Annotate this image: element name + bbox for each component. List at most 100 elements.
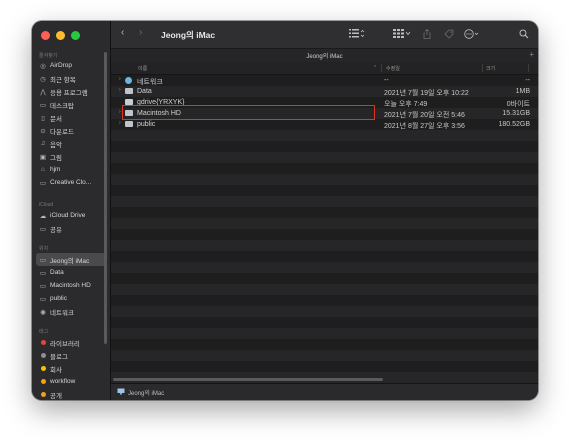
cloud-icon: ☁	[39, 212, 47, 220]
file-row[interactable]: › Data 2021년 7월 19일 오후 10:22 1MB	[111, 86, 538, 97]
sidebar-item-tags[interactable]: 공개	[36, 388, 106, 400]
empty-row	[111, 339, 538, 350]
empty-row	[111, 295, 538, 306]
sidebar-item-label: 회사	[50, 366, 62, 374]
sidebar-item-locations[interactable]: ▭ Macintosh HD	[36, 279, 106, 292]
sidebar-item-favorites[interactable]: ◷ 최근 항목	[36, 72, 106, 85]
sidebar-item-favorites[interactable]: ▭ Creative Clo...	[36, 176, 106, 189]
network-globe-icon	[125, 77, 132, 84]
sidebar-item-label: 문서	[50, 115, 62, 123]
sidebar-item-label: 공유	[50, 226, 62, 234]
sidebar-item-icloud[interactable]: ▭ 공유	[36, 222, 106, 235]
sidebar-item-label: public	[50, 295, 67, 302]
search-icon[interactable]	[519, 29, 529, 41]
disk-icon	[125, 121, 133, 127]
sidebar-item-icloud[interactable]: ☁ iCloud Drive	[36, 209, 106, 222]
sidebar-item-label: 그림	[50, 154, 62, 162]
minimize-button[interactable]	[56, 31, 65, 40]
column-name-header[interactable]: 이름	[138, 65, 147, 72]
network-icon: ◉	[40, 308, 46, 316]
empty-row	[111, 174, 538, 185]
sidebar-item-favorites[interactable]: ⌂ hjm	[36, 163, 106, 176]
empty-row	[111, 207, 538, 218]
sidebar-item-locations[interactable]: ▭ Data	[36, 266, 106, 279]
column-size-header[interactable]: 크기	[486, 65, 495, 72]
disclosure-chevron-icon[interactable]: ›	[119, 87, 121, 93]
horizontal-scrollbar[interactable]	[113, 378, 383, 381]
sidebar-item-label: Creative Clo...	[50, 179, 92, 186]
sidebar-item-label: 공개	[50, 392, 62, 400]
file-name: public	[137, 120, 156, 128]
share-icon[interactable]	[423, 28, 431, 41]
sidebar-item-tags[interactable]: 라이브러리	[36, 336, 106, 349]
sidebar-item-label: 라이브러리	[50, 340, 80, 348]
apps-icon: ⋀	[40, 88, 46, 96]
sidebar-item-tags[interactable]: 회사	[36, 362, 106, 375]
file-list: › public 2021년 8월 27일 오후 3:56 180.52GB › Maci…	[111, 75, 538, 383]
disclosure-chevron-icon[interactable]: ›	[119, 76, 121, 82]
empty-row	[111, 152, 538, 163]
sidebar-item-locations[interactable]: ▭ Jeong의 iMac	[36, 253, 106, 266]
file-date: --	[384, 76, 389, 84]
back-icon[interactable]: ‹	[121, 27, 124, 38]
disk-icon: ▭	[39, 269, 47, 277]
sort-chevron-icon: ⌃	[373, 65, 378, 71]
empty-row	[111, 361, 538, 372]
empty-row	[111, 130, 538, 141]
tag-icon[interactable]	[444, 29, 454, 41]
sidebar-item-favorites[interactable]: ◎ AirDrop	[36, 59, 106, 72]
sidebar-item-label: AirDrop	[50, 62, 73, 69]
path-bar-label[interactable]: Jeong의 iMac	[128, 388, 164, 397]
disclosure-chevron-icon[interactable]: ›	[119, 120, 121, 126]
close-button[interactable]	[41, 31, 50, 40]
airdrop-icon: ◎	[40, 62, 46, 70]
clock-icon: ◷	[40, 75, 46, 83]
empty-row	[111, 284, 538, 295]
column-date-header[interactable]: 수정일	[386, 65, 400, 72]
finder-window: 즐겨찾기 ◎ AirDrop ◷ 최근 항목 ⋀ 응용 프로그램 ▭ 데스크탑 ▯ 문서 ⊙ 다운로드…	[32, 21, 538, 400]
sidebar-section-tags: 태그	[39, 329, 49, 335]
disk-icon: ▭	[39, 282, 47, 290]
path-bar: Jeong의 iMac	[111, 383, 538, 400]
tab-title[interactable]: Jeong의 iMac	[111, 51, 538, 60]
sidebar: 즐겨찾기 ◎ AirDrop ◷ 최근 항목 ⋀ 응용 프로그램 ▭ 데스크탑 ▯ 문서 ⊙ 다운로드…	[32, 21, 111, 400]
file-name: Data	[137, 87, 152, 95]
empty-row	[111, 240, 538, 251]
sidebar-item-tags[interactable]: workflow	[36, 375, 106, 388]
empty-row	[111, 251, 538, 262]
sidebar-item-locations[interactable]: ▭ public	[36, 292, 106, 305]
document-icon: ▯	[41, 114, 45, 122]
home-icon: ⌂	[41, 166, 45, 173]
sidebar-item-favorites[interactable]: ⋀ 응용 프로그램	[36, 85, 106, 98]
action-menu-icon[interactable]	[464, 29, 480, 41]
tag-color-dot-icon	[40, 392, 46, 397]
sidebar-item-favorites[interactable]: ▣ 그림	[36, 150, 106, 163]
sidebar-item-favorites[interactable]: ▯ 문서	[36, 111, 106, 124]
list-view-icon[interactable]	[349, 29, 365, 40]
sidebar-item-label: 최근 항목	[50, 76, 76, 84]
gallery-view-icon[interactable]	[393, 29, 411, 40]
empty-row	[111, 306, 538, 317]
zoom-button[interactable]	[71, 31, 80, 40]
sidebar-item-favorites[interactable]: ♫ 음악	[36, 137, 106, 150]
file-date: 오늘 오후 7:49	[384, 100, 428, 108]
sidebar-item-label: 네트워크	[50, 309, 74, 317]
window-controls	[41, 31, 80, 40]
sidebar-item-label: workflow	[50, 378, 76, 385]
forward-icon[interactable]: ›	[139, 27, 142, 38]
sidebar-item-tags[interactable]: 블로그	[36, 349, 106, 362]
file-size: 1MB	[515, 87, 530, 95]
new-tab-icon[interactable]: +	[529, 50, 534, 59]
toolbar: ‹ › Jeong의 iMac	[111, 21, 538, 48]
sidebar-scrollbar[interactable]	[104, 52, 107, 344]
sidebar-item-favorites[interactable]: ▭ 데스크탑	[36, 98, 106, 111]
sidebar-item-label: Data	[50, 269, 64, 276]
tab-bar: Jeong의 iMac +	[111, 48, 538, 63]
tag-color-dot-icon	[40, 366, 46, 371]
desktop-icon: ▭	[39, 101, 47, 109]
sidebar-item-favorites[interactable]: ⊙ 다운로드	[36, 124, 106, 137]
sidebar-item-locations[interactable]: ◉ 네트워크	[36, 305, 106, 318]
disclosure-chevron-icon[interactable]: ›	[119, 109, 121, 115]
file-row[interactable]: › public 2021년 8월 27일 오후 3:56 180.52GB	[111, 119, 538, 130]
file-row[interactable]: › 네트워크 -- --	[111, 75, 538, 86]
